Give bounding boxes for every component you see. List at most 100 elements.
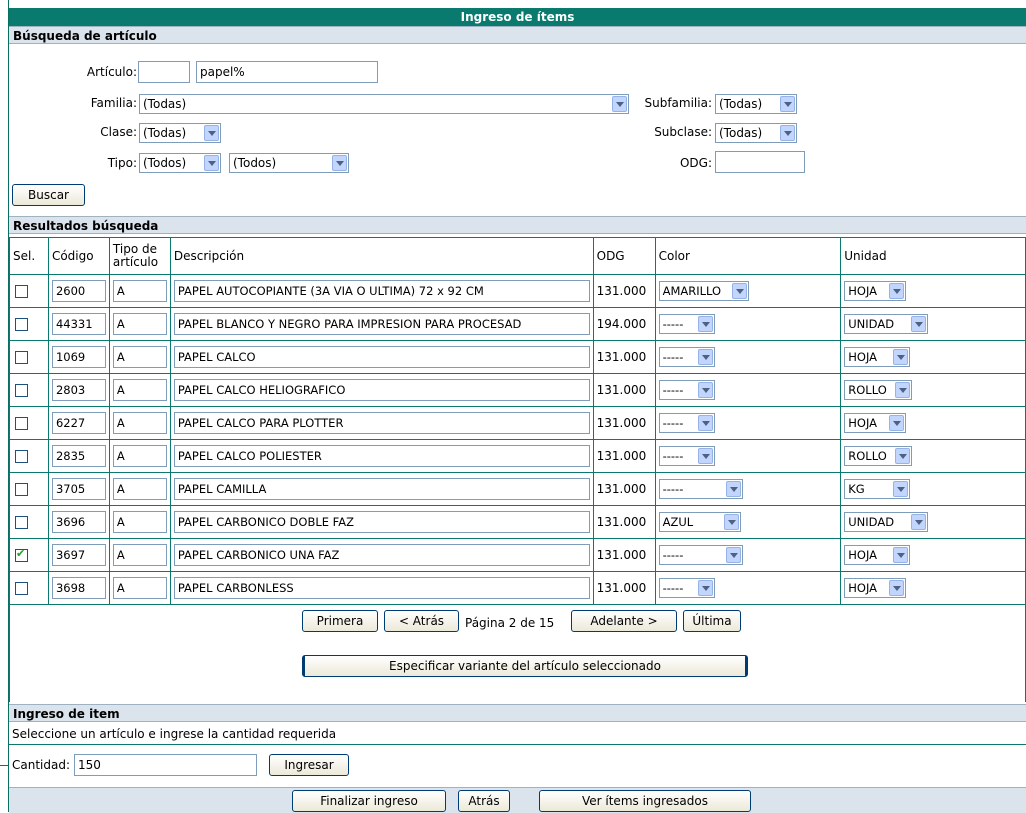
descripcion-field[interactable]: PAPEL CAMILLA: [173, 478, 590, 500]
tipo-field[interactable]: A: [112, 577, 167, 599]
codigo-field[interactable]: 2835: [51, 445, 106, 467]
unidad-select[interactable]: UNIDAD: [844, 314, 929, 334]
chevron-down-icon: [725, 547, 741, 563]
ultima-button[interactable]: Última: [683, 610, 741, 632]
tipo-field[interactable]: A: [112, 379, 167, 401]
descripcion-field[interactable]: PAPEL CARBONLESS: [173, 577, 590, 599]
color-select[interactable]: -----: [658, 380, 715, 400]
unidad-select[interactable]: UNIDAD: [844, 512, 929, 532]
color-select[interactable]: -----: [658, 578, 715, 598]
unidad-select[interactable]: HOJA: [844, 347, 911, 367]
tipo-field[interactable]: A: [112, 280, 167, 302]
row-checkbox[interactable]: [15, 449, 28, 463]
chevron-down-icon: [697, 580, 713, 596]
ver-items-button[interactable]: Ver ítems ingresados: [539, 790, 751, 812]
color-select[interactable]: -----: [658, 545, 743, 565]
descripcion-field[interactable]: PAPEL CARBONICO UNA FAZ: [173, 544, 590, 566]
primera-button[interactable]: Primera: [302, 610, 378, 632]
odg-value: 131.000: [592, 406, 656, 440]
color-select[interactable]: AZUL: [658, 512, 741, 532]
row-checkbox[interactable]: [15, 482, 28, 496]
unidad-value: KG: [848, 482, 865, 496]
codigo-cell: 2600: [47, 274, 110, 308]
color-select[interactable]: -----: [658, 314, 715, 334]
descripcion-cell: PAPEL CALCO POLIESTER: [169, 439, 594, 473]
unidad-select[interactable]: HOJA: [844, 578, 907, 598]
subclase-select[interactable]: (Todas): [715, 123, 797, 143]
row-checkbox[interactable]: [15, 515, 28, 529]
odg-value: 131.000: [592, 472, 656, 506]
descripcion-field[interactable]: PAPEL BLANCO Y NEGRO PARA IMPRESION PARA…: [173, 313, 590, 335]
buscar-button[interactable]: Buscar: [12, 184, 85, 206]
chevron-down-icon: [895, 382, 911, 398]
descripcion-field[interactable]: PAPEL CALCO HELIOGRAFICO: [173, 379, 590, 401]
tipo-field[interactable]: A: [112, 511, 167, 533]
codigo-field[interactable]: 2600: [51, 280, 106, 302]
especificar-variante-button[interactable]: Especificar variante del artículo selecc…: [302, 655, 748, 677]
cantidad-input[interactable]: [74, 754, 257, 776]
tipo-field[interactable]: A: [112, 544, 167, 566]
unidad-select[interactable]: HOJA: [844, 281, 907, 301]
tipo-select-1[interactable]: (Todos): [139, 153, 221, 173]
select-cell: [9, 439, 49, 473]
finalizar-ingreso-button[interactable]: Finalizar ingreso: [292, 790, 446, 812]
row-checkbox[interactable]: [15, 383, 28, 397]
atras-button[interactable]: Atrás: [458, 790, 510, 812]
tipo-field[interactable]: A: [112, 445, 167, 467]
ingresar-button[interactable]: Ingresar: [269, 754, 349, 776]
select-cell: [9, 538, 49, 572]
codigo-field[interactable]: 6227: [51, 412, 106, 434]
chevron-down-icon: [697, 448, 713, 464]
descripcion-field[interactable]: PAPEL CARBONICO DOBLE FAZ: [173, 511, 590, 533]
articulo-text-input[interactable]: [196, 61, 378, 83]
color-select[interactable]: -----: [658, 413, 715, 433]
descripcion-field[interactable]: PAPEL AUTOCOPIANTE (3A VIA O ULTIMA) 72 …: [173, 280, 590, 302]
atras-page-button[interactable]: < Atrás: [384, 610, 459, 632]
chevron-down-icon: [612, 96, 627, 112]
row-checkbox[interactable]: [15, 547, 28, 562]
codigo-field[interactable]: 1069: [51, 346, 106, 368]
table-row: 2600 A PAPEL AUTOCOPIANTE (3A VIA O ULTIMA…: [9, 274, 1026, 308]
color-select[interactable]: -----: [658, 446, 715, 466]
row-checkbox[interactable]: [15, 416, 28, 430]
tipo-field[interactable]: A: [112, 346, 167, 368]
row-checkbox[interactable]: [15, 581, 28, 595]
row-checkbox[interactable]: [15, 350, 28, 364]
unidad-select[interactable]: ROLLO: [844, 446, 913, 466]
color-cell: -----: [654, 307, 842, 341]
articulo-code-input[interactable]: [138, 61, 190, 83]
odg-input[interactable]: [715, 151, 805, 173]
tipo-select-2[interactable]: (Todos): [229, 153, 349, 173]
row-checkbox[interactable]: [15, 284, 28, 298]
subfamilia-select[interactable]: (Todas): [715, 94, 797, 114]
codigo-cell: 44331: [47, 307, 110, 341]
color-select[interactable]: AMARILLO: [658, 281, 749, 301]
clase-select[interactable]: (Todas): [139, 123, 221, 143]
results-table: Sel. Código Tipo de artículo Descripción…: [9, 237, 1026, 605]
tipo-field[interactable]: A: [112, 478, 167, 500]
unidad-select[interactable]: HOJA: [844, 413, 907, 433]
codigo-field[interactable]: 2803: [51, 379, 106, 401]
select-cell: [9, 307, 49, 341]
color-select[interactable]: -----: [658, 347, 715, 367]
unidad-select[interactable]: ROLLO: [844, 380, 913, 400]
descripcion-field[interactable]: PAPEL CALCO: [173, 346, 590, 368]
codigo-field[interactable]: 3705: [51, 478, 106, 500]
row-checkbox[interactable]: [15, 317, 28, 331]
codigo-field[interactable]: 44331: [51, 313, 106, 335]
color-value: -----: [662, 416, 684, 430]
descripcion-field[interactable]: PAPEL CALCO POLIESTER: [173, 445, 590, 467]
tipo-field[interactable]: A: [112, 313, 167, 335]
codigo-field[interactable]: 3696: [51, 511, 106, 533]
unidad-select[interactable]: HOJA: [844, 545, 911, 565]
descripcion-field[interactable]: PAPEL CALCO PARA PLOTTER: [173, 412, 590, 434]
descripcion-cell: PAPEL CALCO PARA PLOTTER: [169, 406, 594, 440]
familia-select[interactable]: (Todas): [139, 94, 629, 114]
codigo-field[interactable]: 3698: [51, 577, 106, 599]
unidad-select[interactable]: KG: [844, 479, 911, 499]
adelante-button[interactable]: Adelante >: [571, 610, 677, 632]
tipo-field[interactable]: A: [112, 412, 167, 434]
color-select[interactable]: -----: [658, 479, 743, 499]
codigo-field[interactable]: 3697: [51, 544, 106, 566]
codigo-cell: 6227: [47, 406, 110, 440]
